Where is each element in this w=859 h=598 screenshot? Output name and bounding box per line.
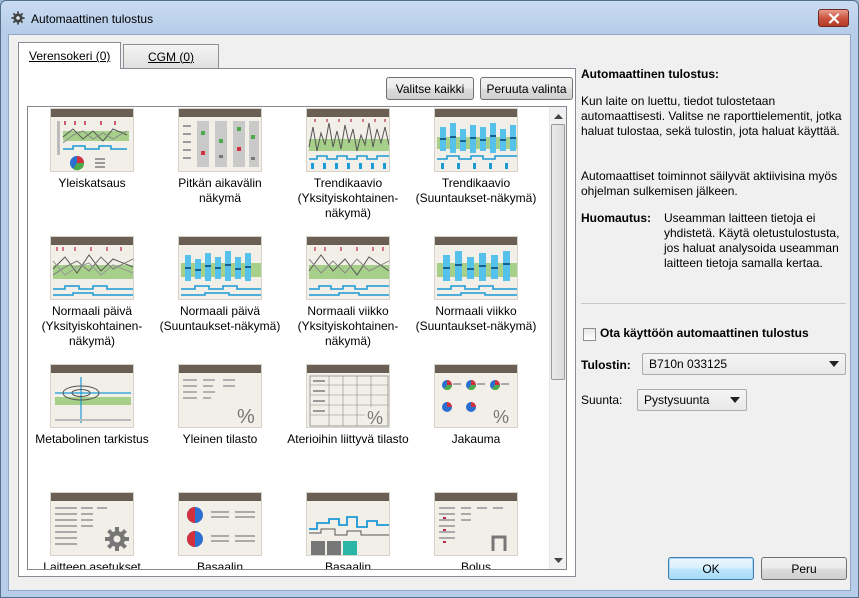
report-item-trend-detail[interactable]: Trendikaavio (Yksityiskohtainen-näkymä) xyxy=(284,108,412,221)
printer-select[interactable]: B710n 033125 xyxy=(642,353,846,375)
trend-detail-report-icon xyxy=(306,108,390,172)
overview-report-icon xyxy=(50,108,134,172)
report-item-standard-week-detail[interactable]: Normaali viikko (Yksityiskohtainen-näkym… xyxy=(284,236,412,349)
standard-day-detail-report-icon xyxy=(50,236,134,300)
report-list[interactable]: Yleiskatsaus Pitkän aikavälin näkymä Tre… xyxy=(27,106,567,570)
printer-label: Tulostin: xyxy=(581,358,631,372)
report-item-standard-day-summary[interactable]: Normaali päivä (Suuntaukset-näkymä) xyxy=(156,236,284,334)
close-icon xyxy=(828,12,839,24)
report-item-label: Basaalin xyxy=(324,560,372,570)
basal-pie-report-icon xyxy=(178,492,262,556)
note-text: Useamman laitteen tietoja ei yhdistetä. … xyxy=(664,211,840,270)
standard-day-summary-report-icon xyxy=(178,236,262,300)
report-item-distribution[interactable]: % Jakauma xyxy=(412,364,540,447)
long-term-report-icon xyxy=(178,108,262,172)
tab-verensokeri[interactable]: Verensokeri (0) xyxy=(18,42,122,69)
dialog-window: Automaattinen tulostus Verensokeri (0) C… xyxy=(0,0,859,598)
report-item-label: Normaali päivä (Suuntaukset-näkymä) xyxy=(159,304,281,333)
standard-week-summary-report-icon xyxy=(434,236,518,300)
report-item-label: Pitkän aikavälin näkymä xyxy=(178,176,262,205)
report-item-long-term[interactable]: Pitkän aikavälin näkymä xyxy=(156,108,284,206)
cancel-selection-button[interactable]: Peruuta valinta xyxy=(480,77,573,100)
report-item-label: Normaali viikko (Suuntaukset-näkymä) xyxy=(415,304,537,333)
scroll-up-button[interactable] xyxy=(550,107,566,124)
report-item-label: Basaalin xyxy=(196,560,244,570)
bolus-report-icon xyxy=(434,492,518,556)
orientation-label: Suunta: xyxy=(581,393,623,407)
report-item-meal-stats[interactable]: % Aterioihin liittyvä tilasto xyxy=(284,364,412,447)
window-title: Automaattinen tulostus xyxy=(31,12,154,26)
chevron-down-icon xyxy=(829,361,839,367)
report-item-metabolic[interactable]: Metabolinen tarkistus xyxy=(28,364,156,447)
chevron-down-icon xyxy=(553,557,563,563)
report-item-bolus[interactable]: Bolus xyxy=(412,492,540,570)
scroll-down-button[interactable] xyxy=(550,552,566,569)
report-item-label: Normaali päivä (Yksityiskohtainen-näkymä… xyxy=(41,304,143,348)
report-item-label: Jakauma xyxy=(451,432,501,446)
standard-week-detail-report-icon xyxy=(306,236,390,300)
report-list-scrollbar[interactable] xyxy=(549,107,566,569)
ok-button[interactable]: OK xyxy=(668,557,754,580)
report-item-basal-chart[interactable]: Basaalin xyxy=(284,492,412,570)
report-item-label: Trendikaavio (Suuntaukset-näkymä) xyxy=(415,176,537,205)
enable-auto-print-label[interactable]: Ota käyttöön automaattinen tulostus xyxy=(600,326,809,341)
report-item-label: Yleinen tilasto xyxy=(182,432,258,446)
meal-stats-report-icon: % xyxy=(306,364,390,428)
trend-summary-report-icon xyxy=(434,108,518,172)
info-title: Automaattinen tulostus: xyxy=(581,67,719,81)
report-item-label: Bolus xyxy=(460,560,492,570)
svg-text:%: % xyxy=(493,407,509,427)
distribution-report-icon: % xyxy=(434,364,518,428)
report-item-device-settings[interactable]: Laitteen asetukset xyxy=(28,492,156,570)
report-item-standard-week-summary[interactable]: Normaali viikko (Suuntaukset-näkymä) xyxy=(412,236,540,334)
svg-text:%: % xyxy=(367,408,383,428)
title-bar[interactable]: Automaattinen tulostus xyxy=(1,1,858,33)
svg-text:%: % xyxy=(237,406,255,428)
report-item-label: Normaali viikko (Yksityiskohtainen-näkym… xyxy=(297,304,399,348)
orientation-value: Pystysuunta xyxy=(644,393,710,407)
orientation-select[interactable]: Pystysuunta xyxy=(637,389,747,411)
info-paragraph-2: Automaattiset toiminnot säilyvät aktiivi… xyxy=(581,169,838,198)
gear-icon xyxy=(11,11,25,25)
report-item-label: Laitteen asetukset xyxy=(43,560,141,570)
tab-panel: Valitse kaikki Peruuta valinta Yleiskats… xyxy=(18,68,576,577)
tab-label: CGM (0) xyxy=(148,49,194,64)
metabolic-report-icon xyxy=(50,364,134,428)
tab-cgm[interactable]: CGM (0) xyxy=(123,44,219,68)
report-item-basal-pie[interactable]: Basaalin xyxy=(156,492,284,570)
tab-label: Verensokeri (0) xyxy=(29,49,111,63)
printer-value: B710n 033125 xyxy=(649,357,728,371)
separator xyxy=(581,303,846,304)
note-label: Huomautus: xyxy=(581,211,651,225)
general-stats-report-icon: % xyxy=(178,364,262,428)
basal-chart-report-icon xyxy=(306,492,390,556)
enable-auto-print-checkbox[interactable] xyxy=(583,328,596,341)
report-item-trend-summary[interactable]: Trendikaavio (Suuntaukset-näkymä) xyxy=(412,108,540,206)
report-item-general-stats[interactable]: % Yleinen tilasto xyxy=(156,364,284,447)
report-item-label: Yleiskatsaus xyxy=(58,176,126,190)
chevron-down-icon xyxy=(730,397,740,403)
select-all-button[interactable]: Valitse kaikki xyxy=(386,77,474,100)
device-settings-report-icon xyxy=(50,492,134,556)
scroll-thumb[interactable] xyxy=(551,124,565,380)
report-item-overview[interactable]: Yleiskatsaus xyxy=(28,108,156,191)
report-item-standard-day-detail[interactable]: Normaali päivä (Yksityiskohtainen-näkymä… xyxy=(28,236,156,349)
report-item-label: Metabolinen tarkistus xyxy=(35,432,149,446)
report-item-label: Trendikaavio (Yksityiskohtainen-näkymä) xyxy=(297,176,399,220)
info-paragraph-1: Kun laite on luettu, tiedot tulostetaan … xyxy=(581,94,842,138)
cancel-button[interactable]: Peru xyxy=(761,557,847,580)
dialog-body: Verensokeri (0) CGM (0) Valitse kaikki P… xyxy=(8,34,851,591)
chevron-up-icon xyxy=(553,113,563,119)
report-item-label: Aterioihin liittyvä tilasto xyxy=(287,432,409,446)
close-button[interactable] xyxy=(818,9,849,27)
